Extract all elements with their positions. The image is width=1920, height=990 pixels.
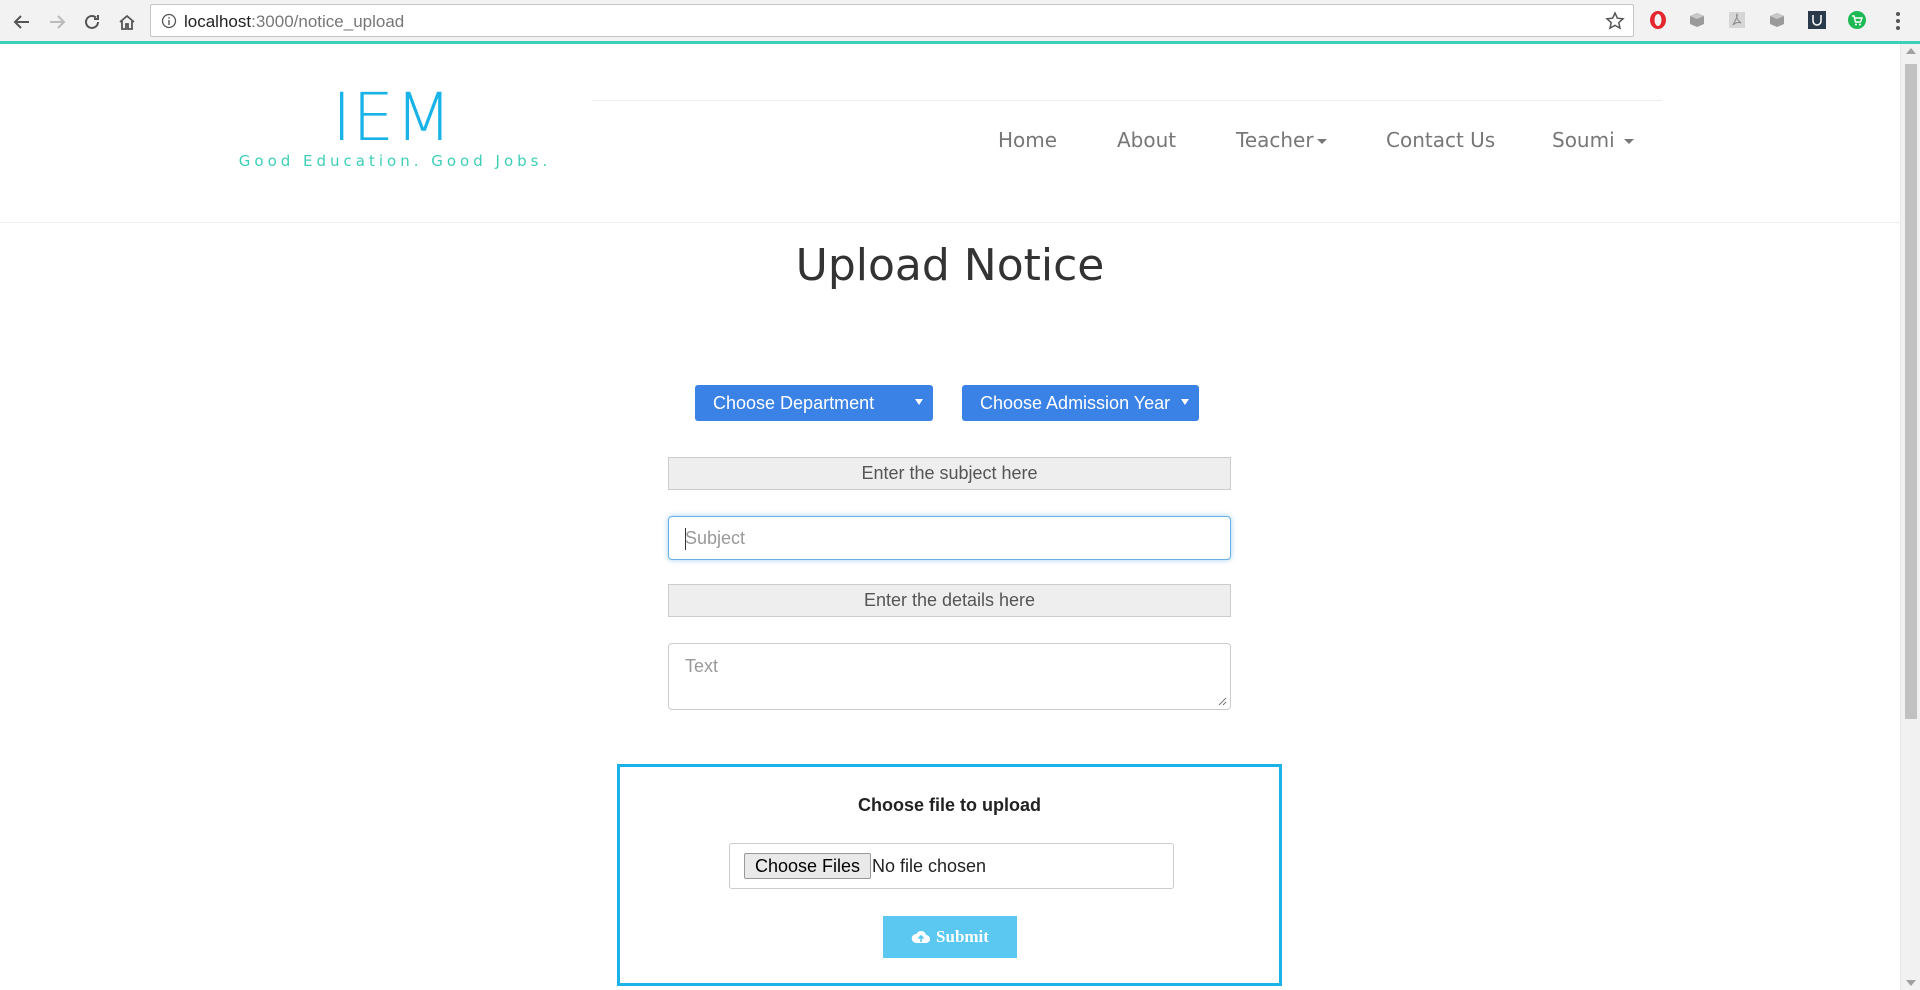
cloud-upload-icon bbox=[911, 930, 931, 943]
extension-cube-icon-2[interactable] bbox=[1767, 10, 1787, 30]
subject-input[interactable]: Subject bbox=[668, 516, 1231, 560]
extension-cube-icon[interactable] bbox=[1687, 10, 1707, 30]
choose-files-button[interactable]: Choose Files bbox=[744, 853, 872, 879]
nav-home[interactable]: Home bbox=[998, 128, 1057, 152]
home-icon[interactable] bbox=[113, 8, 141, 36]
department-select-label: Choose Department bbox=[713, 392, 875, 413]
url-text: localhost:3000/notice_upload bbox=[184, 12, 404, 32]
reload-icon[interactable] bbox=[78, 8, 106, 36]
scroll-up-arrow[interactable] bbox=[1906, 48, 1916, 54]
browser-toolbar: localhost:3000/notice_upload bbox=[0, 0, 1920, 44]
caret-down-icon bbox=[1624, 139, 1635, 144]
opera-extension-icon[interactable] bbox=[1648, 10, 1668, 30]
page-title: Upload Notice bbox=[795, 240, 1105, 291]
site-header: IEM Good Education. Good Jobs. Home Abou… bbox=[0, 44, 1900, 223]
nav-user-label: Soumi bbox=[1552, 128, 1615, 152]
resize-grip-icon[interactable] bbox=[1218, 697, 1227, 706]
admission-year-select[interactable]: Choose Admission Year bbox=[962, 385, 1199, 421]
subject-label: Enter the subject here bbox=[668, 457, 1231, 490]
submit-button[interactable]: Submit bbox=[883, 916, 1017, 958]
scrollbar-thumb[interactable] bbox=[1905, 64, 1917, 719]
dropdown-arrow-icon bbox=[915, 399, 923, 405]
address-bar[interactable]: localhost:3000/notice_upload bbox=[150, 4, 1634, 37]
nav-teacher-dropdown[interactable]: Teacher bbox=[1236, 128, 1327, 152]
dark-extension-icon[interactable] bbox=[1807, 10, 1827, 30]
info-icon[interactable] bbox=[161, 13, 177, 29]
forward-icon[interactable] bbox=[43, 8, 71, 36]
dropdown-arrow-icon bbox=[1181, 399, 1189, 405]
scroll-down-arrow[interactable] bbox=[1906, 980, 1916, 986]
nav-user-dropdown[interactable]: Soumi bbox=[1552, 128, 1635, 152]
details-placeholder: Text bbox=[685, 656, 719, 676]
cart-extension-icon[interactable] bbox=[1847, 10, 1867, 30]
site-tagline: Good Education. Good Jobs. bbox=[238, 152, 552, 170]
pdf-extension-icon[interactable] bbox=[1727, 10, 1747, 30]
page-scrollbar[interactable] bbox=[1900, 44, 1920, 990]
bookmark-star-icon[interactable] bbox=[1605, 11, 1625, 31]
subject-placeholder: Subject bbox=[685, 528, 746, 548]
nav-teacher-label: Teacher bbox=[1236, 128, 1314, 152]
nav-contact[interactable]: Contact Us bbox=[1386, 128, 1495, 152]
submit-label: Submit bbox=[936, 927, 989, 946]
upload-title: Choose file to upload bbox=[858, 795, 1041, 815]
back-icon[interactable] bbox=[8, 8, 36, 36]
file-status: No file chosen bbox=[872, 856, 987, 876]
caret-down-icon bbox=[1316, 139, 1327, 144]
nav-divider bbox=[592, 100, 1662, 101]
details-textarea[interactable]: Text bbox=[668, 643, 1231, 710]
upload-panel: Choose file to upload Choose Files No fi… bbox=[617, 764, 1282, 986]
file-input[interactable]: Choose Files No file chosen bbox=[729, 843, 1174, 889]
url-host: localhost bbox=[184, 12, 252, 31]
admission-year-select-label: Choose Admission Year bbox=[980, 392, 1171, 413]
details-label: Enter the details here bbox=[668, 584, 1231, 617]
browser-menu-icon[interactable] bbox=[1888, 10, 1908, 32]
department-select[interactable]: Choose Department bbox=[695, 385, 933, 421]
site-logo[interactable]: IEM bbox=[300, 80, 485, 156]
nav-about[interactable]: About bbox=[1117, 128, 1176, 152]
url-path: :3000/notice_upload bbox=[251, 12, 405, 31]
